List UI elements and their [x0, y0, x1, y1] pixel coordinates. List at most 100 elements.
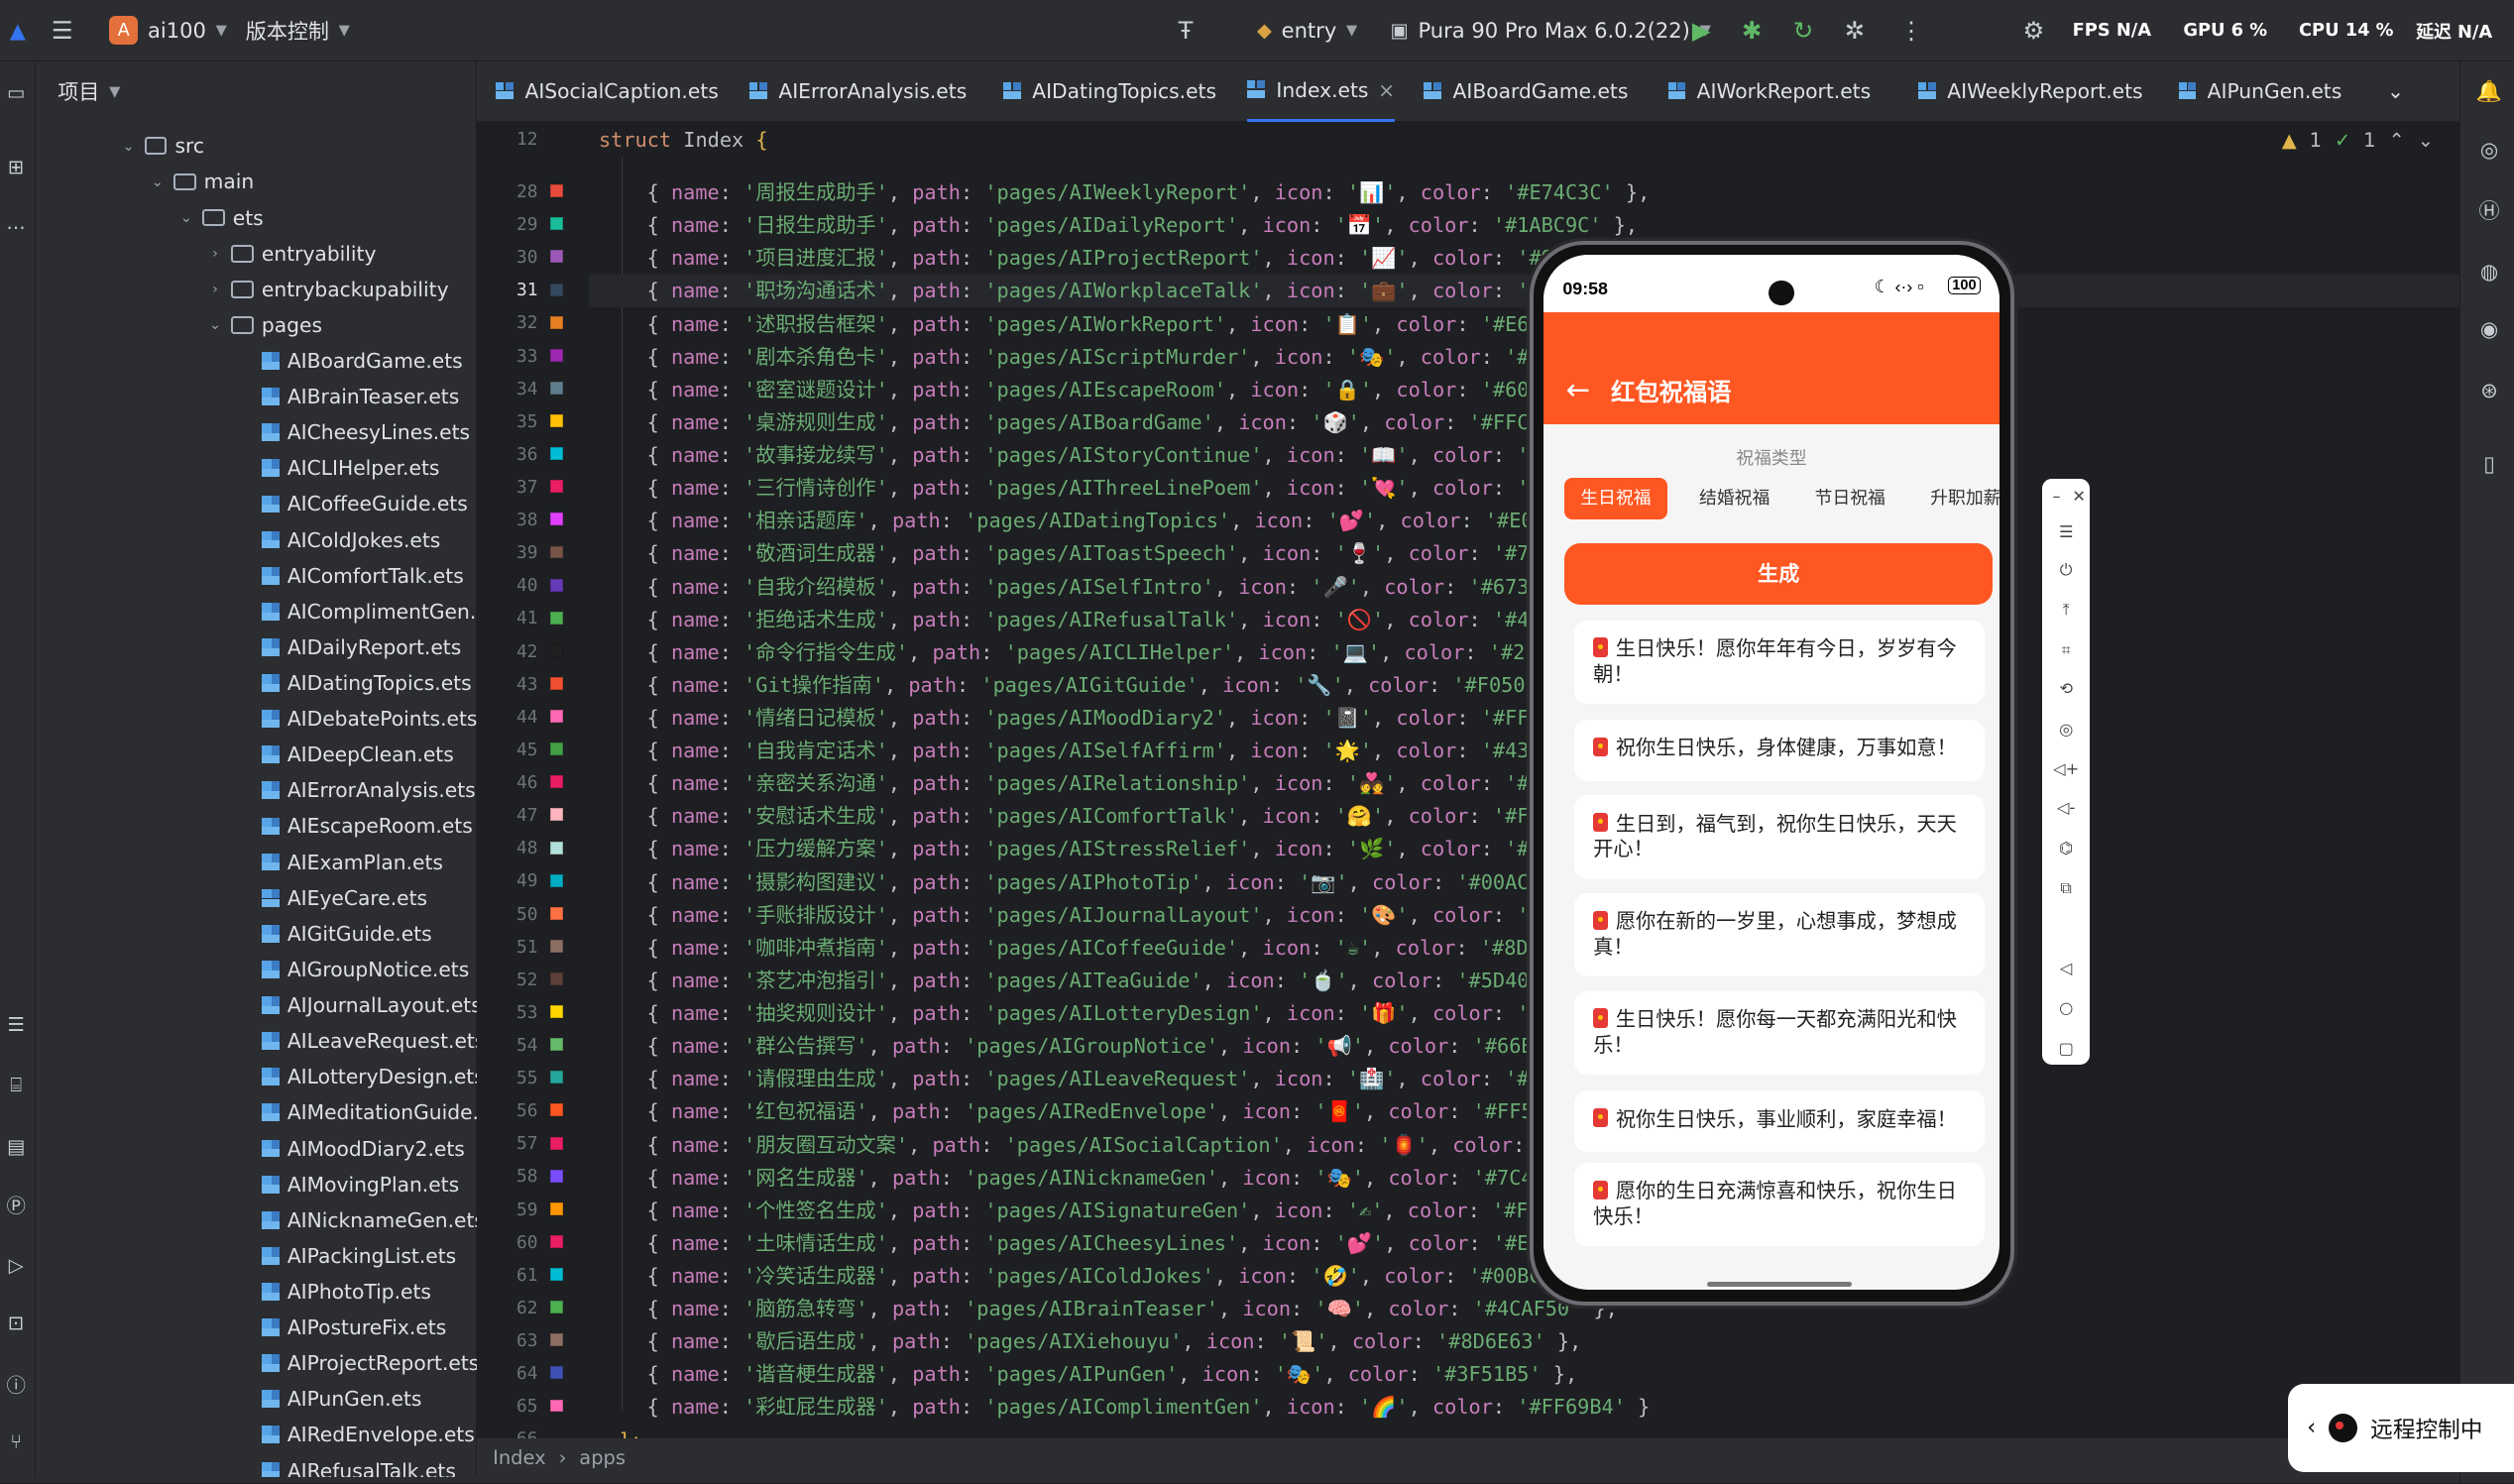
color-swatch[interactable]	[550, 1005, 564, 1019]
vcs-menu[interactable]: 版本控制 ▼	[246, 0, 350, 61]
color-swatch[interactable]	[550, 381, 564, 395]
editor-tab[interactable]: AIWeeklyReport.ets	[1918, 61, 2143, 123]
blessing-type-chip[interactable]: 生日祝福	[1564, 477, 1667, 519]
tree-file[interactable]: AIMovingPlan.ets	[260, 1167, 459, 1202]
color-swatch[interactable]	[550, 1399, 564, 1413]
tab-overflow-icon[interactable]: ⌄	[2387, 61, 2404, 123]
tree-file[interactable]: AIProjectReport.ets	[260, 1345, 479, 1381]
chevron-right-icon[interactable]: ›	[205, 245, 224, 262]
chevron-down-icon[interactable]: ⌄	[119, 138, 138, 155]
tree-folder[interactable]: ⌄ pages	[205, 307, 322, 343]
result-card[interactable]: 祝你生日快乐，身体健康，万事如意！	[1573, 720, 1986, 781]
color-swatch[interactable]	[550, 643, 564, 657]
color-swatch[interactable]	[550, 1234, 564, 1248]
deveco-logo-icon[interactable]: ▲	[10, 0, 26, 61]
editor-tab[interactable]: AIPunGen.ets	[2178, 61, 2342, 123]
nav-back-icon[interactable]: ◁	[2055, 957, 2078, 979]
tree-file[interactable]: AIGitGuide.ets	[260, 916, 432, 952]
codegenie-icon[interactable]: ◍	[2474, 257, 2503, 285]
chevron-down-icon[interactable]: ⌄	[148, 173, 167, 190]
profiler-icon[interactable]: Ⓟ	[3, 1192, 29, 1217]
result-card[interactable]: 愿你的生日充满惊喜和快乐，祝你生日快乐！	[1573, 1163, 1986, 1247]
tree-file[interactable]: AICLIHelper.ets	[260, 451, 439, 487]
breadcrumb-item[interactable]: apps	[579, 1446, 626, 1469]
tree-file[interactable]: AIBoardGame.ets	[260, 343, 463, 379]
tree-file[interactable]: AIPunGen.ets	[260, 1381, 421, 1417]
tree-file[interactable]: AIDebatePoints.ets	[260, 701, 477, 737]
build-icon[interactable]: ⌸	[3, 1073, 29, 1098]
color-swatch[interactable]	[550, 1038, 564, 1052]
tree-file[interactable]: AIEscapeRoom.ets	[260, 809, 473, 845]
rotate-icon[interactable]: ⟲	[2055, 677, 2078, 700]
tree-folder[interactable]: ⌄ src	[119, 129, 204, 165]
code-editor[interactable]: ▲ 1 ✓ 1 ⌃ ⌄ 12 28 29 30 31 32 33 34 35 36 37 38 39 40…	[476, 122, 2459, 1452]
tree-file[interactable]: AINicknameGen.ets	[260, 1202, 485, 1238]
tree-folder[interactable]: ⌄ ets	[176, 200, 264, 236]
back-arrow-icon[interactable]: ←	[1566, 373, 1590, 406]
color-swatch[interactable]	[550, 775, 564, 789]
color-swatch[interactable]	[550, 250, 564, 264]
tree-folder[interactable]: › entrybackupability	[205, 272, 449, 307]
device-manager-icon[interactable]: ⊛	[2474, 376, 2503, 404]
preview-eye-icon[interactable]: ◉	[2474, 314, 2503, 343]
volume-up-icon[interactable]: ◁+	[2053, 757, 2079, 780]
notifications-icon[interactable]: 🔔	[2474, 77, 2503, 106]
device-select[interactable]: ▣ Pura 90 Pro Max 6.0.2(22) ▼	[1390, 0, 1710, 61]
phone-device-icon[interactable]: ▯	[2474, 449, 2503, 478]
color-swatch[interactable]	[550, 513, 564, 526]
power-icon[interactable]: ⏻	[2055, 559, 2078, 582]
tree-file[interactable]: AIDeepClean.ets	[260, 737, 454, 772]
tree-file[interactable]: AIEyeCare.ets	[260, 880, 427, 916]
blessing-type-chip[interactable]: 节日祝福	[1798, 478, 1901, 519]
color-swatch[interactable]	[550, 480, 564, 494]
profiler-button[interactable]: ✲	[1845, 0, 1865, 61]
project-view-icon[interactable]: ▭	[3, 80, 29, 106]
color-swatch[interactable]	[550, 1333, 564, 1347]
tree-file[interactable]: AIExamPlan.ets	[260, 845, 443, 880]
tree-file[interactable]: AILotteryDesign.ets	[260, 1059, 485, 1094]
tree-file[interactable]: AIComfortTalk.ets	[260, 558, 464, 594]
tree-file[interactable]: AIPhotoTip.ets	[260, 1274, 431, 1310]
color-swatch[interactable]	[550, 1201, 564, 1215]
hvigor-icon[interactable]: Ⓗ	[2474, 196, 2503, 225]
project-panel-header[interactable]: 项目 ▼	[36, 61, 476, 123]
tree-file[interactable]: AIColdJokes.ets	[260, 522, 440, 558]
home-indicator[interactable]	[1707, 1282, 1852, 1287]
tree-file[interactable]: AILeaveRequest.ets	[260, 1023, 485, 1059]
color-swatch[interactable]	[550, 873, 564, 887]
color-swatch[interactable]	[550, 710, 564, 724]
code-content[interactable]: struct Index {{ name: '周报生成助手', path: 'p…	[589, 122, 2459, 1452]
color-swatch[interactable]	[550, 184, 564, 198]
color-swatch[interactable]	[550, 972, 564, 985]
pin-top-icon[interactable]: ⤒	[2055, 599, 2078, 622]
editor-tab[interactable]: AIWorkReport.ets	[1667, 61, 1871, 123]
color-swatch[interactable]	[550, 348, 564, 362]
volume-down-icon[interactable]: ◁-	[2055, 796, 2078, 819]
tree-file[interactable]: AIMeditationGuide.ets	[260, 1095, 510, 1131]
result-card[interactable]: 生日快乐！愿你每一天都充满阳光和快乐！	[1573, 990, 1986, 1076]
color-swatch[interactable]	[550, 1268, 564, 1282]
more-horizontal-icon[interactable]: ⋯	[3, 215, 29, 241]
close-icon[interactable]: ×	[1378, 78, 1395, 102]
blessing-type-chip[interactable]: 结婚祝福	[1683, 478, 1786, 519]
close-icon[interactable]: ✕	[2068, 485, 2091, 508]
color-swatch[interactable]	[550, 808, 564, 822]
result-card[interactable]: 祝你生日快乐，事业顺利，家庭幸福！	[1573, 1090, 1986, 1152]
menu-icon[interactable]: ☰	[2055, 520, 2078, 543]
run-button[interactable]: ▶	[1692, 0, 1711, 61]
remote-control-badge[interactable]: ‹ 远程控制中	[2287, 1383, 2514, 1472]
editor-tab[interactable]: Index.ets ×	[1247, 61, 1396, 123]
tree-file[interactable]: AIPostureFix.ets	[260, 1310, 446, 1345]
chevron-down-icon[interactable]: ⌄	[176, 209, 195, 226]
color-swatch[interactable]	[550, 1136, 564, 1150]
color-swatch[interactable]	[550, 676, 564, 690]
tree-file[interactable]: AIDailyReport.ets	[260, 629, 461, 665]
phone-screen[interactable]: 09:58 ☾ ‹·› ▫ 100 ← 红包祝福语 祝福类型 生日祝福 结婚祝福节…	[1543, 254, 2000, 1291]
apply-changes-button[interactable]: ↻	[1793, 0, 1813, 61]
color-swatch[interactable]	[550, 742, 564, 756]
terminal-icon[interactable]: ⊡	[3, 1310, 29, 1335]
color-swatch[interactable]	[550, 611, 564, 625]
ai-assistant-icon[interactable]: ◎	[2474, 135, 2503, 164]
run-panel-icon[interactable]: ▷	[3, 1252, 29, 1278]
tree-file[interactable]: AIDatingTopics.ets	[260, 665, 472, 701]
